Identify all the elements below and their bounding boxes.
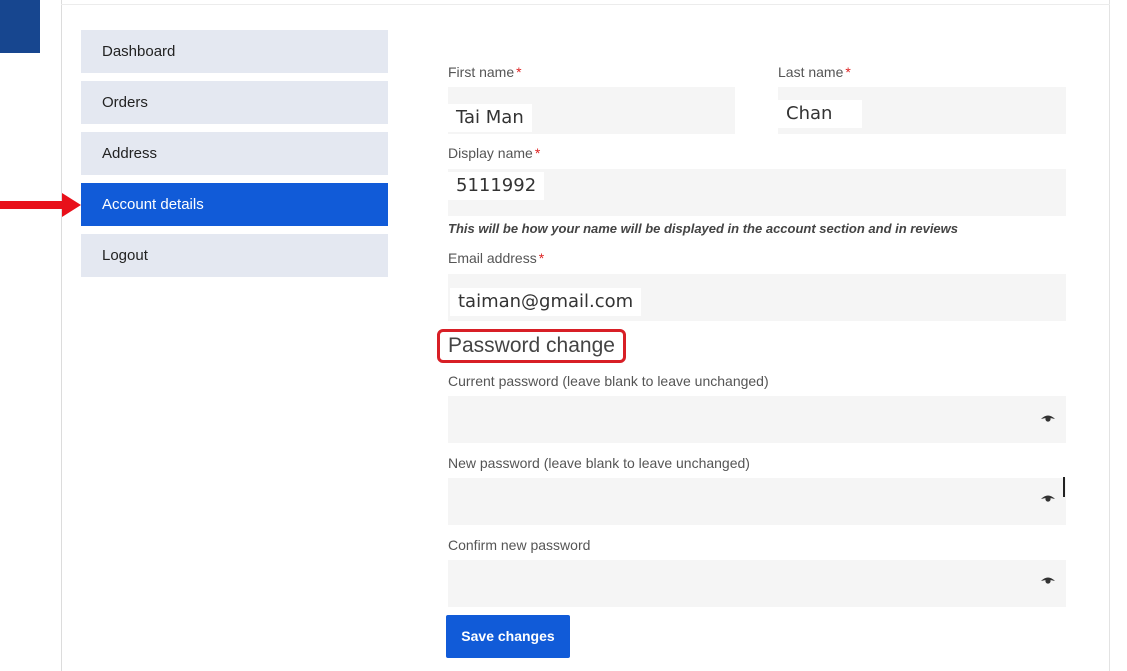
required-mark: * xyxy=(534,145,541,161)
first-name-label: First name * xyxy=(448,64,522,80)
panel-border-right xyxy=(1109,0,1110,671)
eye-icon[interactable] xyxy=(1041,576,1055,584)
required-mark: * xyxy=(516,64,522,80)
last-name-value: Chan xyxy=(778,100,862,128)
email-label: Email address * xyxy=(448,250,545,266)
nav-item-orders[interactable]: Orders xyxy=(81,81,388,124)
header-corner-block xyxy=(0,0,40,53)
current-password-label: Current password (leave blank to leave u… xyxy=(448,373,769,389)
confirm-password-label: Confirm new password xyxy=(448,537,591,553)
confirm-password-input[interactable] xyxy=(448,560,1066,607)
nav-item-dashboard[interactable]: Dashboard xyxy=(81,30,388,73)
eye-icon[interactable] xyxy=(1041,494,1055,502)
last-name-label: Last name * xyxy=(778,64,851,80)
current-password-input[interactable] xyxy=(448,396,1066,443)
panel-border-top xyxy=(61,4,1110,5)
required-mark: * xyxy=(538,250,545,266)
required-mark: * xyxy=(845,64,851,80)
panel-border-left xyxy=(61,0,62,671)
nav-item-address[interactable]: Address xyxy=(81,132,388,175)
display-name-hint: This will be how your name will be displ… xyxy=(448,221,959,236)
account-navigation: Dashboard Orders Address Account details… xyxy=(81,30,388,285)
text-cursor xyxy=(1063,477,1065,497)
password-change-heading: Password change xyxy=(437,329,626,363)
nav-item-account-details[interactable]: Account details xyxy=(81,183,388,226)
new-password-input[interactable] xyxy=(448,478,1066,525)
first-name-value: Tai Man xyxy=(448,104,532,132)
display-name-label: Display name * xyxy=(448,145,541,161)
display-name-value: 5111992 xyxy=(448,172,545,200)
red-arrow-icon xyxy=(0,193,81,217)
new-password-label: New password (leave blank to leave uncha… xyxy=(448,455,750,471)
nav-item-logout[interactable]: Logout xyxy=(81,234,388,277)
save-changes-button[interactable]: Save changes xyxy=(446,615,570,658)
email-value: taiman@gmail.com xyxy=(450,288,642,316)
eye-icon[interactable] xyxy=(1041,414,1055,422)
